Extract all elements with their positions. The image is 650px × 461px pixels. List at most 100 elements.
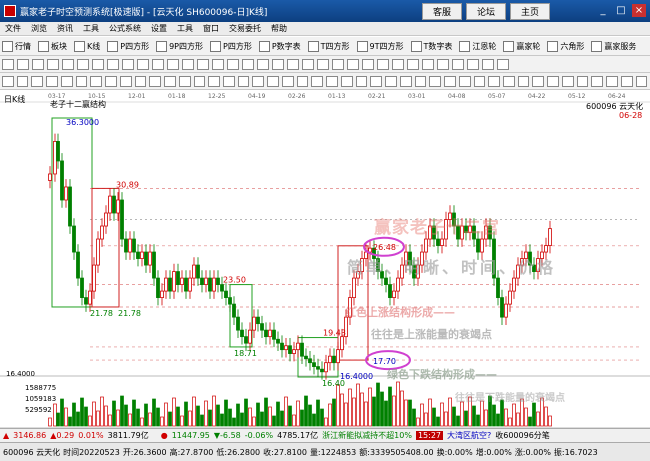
- analysis-tool-icon[interactable]: [488, 75, 500, 87]
- toolbar-button[interactable]: 赢家轮: [503, 40, 540, 52]
- draw-tool-icon[interactable]: [407, 58, 419, 70]
- menu-item[interactable]: 工具: [78, 23, 104, 34]
- analysis-tool-icon[interactable]: [281, 75, 294, 87]
- draw-tool-icon[interactable]: [362, 58, 374, 70]
- analysis-tool-icon[interactable]: [90, 75, 103, 87]
- analysis-tool-icon[interactable]: [223, 75, 235, 87]
- draw-tool-icon[interactable]: [257, 58, 269, 70]
- menu-item[interactable]: 公式系统: [104, 23, 146, 34]
- draw-tool-icon[interactable]: [92, 58, 104, 70]
- draw-tool-icon[interactable]: [137, 58, 149, 70]
- draw-tool-icon[interactable]: [467, 58, 479, 70]
- draw-tool-icon[interactable]: [212, 58, 224, 70]
- draw-tool-icon[interactable]: [242, 58, 254, 70]
- draw-tool-icon[interactable]: [347, 58, 359, 70]
- customer-service-button[interactable]: 客服: [422, 3, 463, 20]
- draw-tool-icon[interactable]: [392, 58, 404, 70]
- menu-item[interactable]: 设置: [146, 23, 172, 34]
- draw-tool-icon[interactable]: [62, 58, 74, 70]
- analysis-tool-icon[interactable]: [237, 75, 250, 87]
- toolbar-button[interactable]: 赢家服务: [591, 40, 636, 52]
- analysis-tool-icon[interactable]: [60, 75, 73, 87]
- kline-chart[interactable]: 03-17 10-15 12-01 01-18 12-25 04-19 02-26 01-13…: [0, 90, 650, 428]
- toolbar-button[interactable]: T四方形: [307, 40, 350, 52]
- draw-tool-icon[interactable]: [497, 58, 509, 70]
- analysis-tool-icon[interactable]: [414, 75, 427, 87]
- analysis-tool-icon[interactable]: [458, 75, 471, 87]
- close-button[interactable]: ×: [632, 4, 646, 17]
- toolbar-button[interactable]: K线: [74, 40, 100, 52]
- draw-tool-icon[interactable]: [47, 58, 59, 70]
- minimize-button[interactable]: _: [596, 4, 610, 17]
- draw-tool-icon[interactable]: [287, 58, 299, 70]
- analysis-tool-icon[interactable]: [620, 75, 633, 87]
- analysis-tool-icon[interactable]: [576, 75, 589, 87]
- sz-index[interactable]: 11447.95: [172, 431, 210, 440]
- draw-tool-icon[interactable]: [182, 58, 194, 70]
- home-button[interactable]: 主页: [510, 3, 551, 20]
- draw-tool-icon[interactable]: [167, 58, 179, 70]
- draw-tool-icon[interactable]: [122, 58, 134, 70]
- analysis-tool-icon[interactable]: [178, 75, 191, 87]
- toolbar-button[interactable]: P数字表: [258, 40, 301, 52]
- draw-tool-icon[interactable]: [272, 58, 284, 70]
- analysis-tool-icon[interactable]: [385, 75, 397, 87]
- analysis-tool-icon[interactable]: [591, 75, 604, 87]
- sh-index[interactable]: 3146.86: [13, 431, 46, 440]
- draw-tool-icon[interactable]: [77, 58, 89, 70]
- analysis-tool-icon[interactable]: [502, 75, 515, 87]
- toolbar-button[interactable]: 行情: [2, 40, 31, 52]
- draw-tool-icon[interactable]: [17, 58, 29, 70]
- menu-item[interactable]: 交易委托: [224, 23, 266, 34]
- analysis-tool-icon[interactable]: [326, 75, 338, 87]
- draw-tool-icon[interactable]: [197, 58, 209, 70]
- analysis-tool-icon[interactable]: [208, 75, 221, 87]
- draw-tool-icon[interactable]: [452, 58, 464, 70]
- toolbar-button[interactable]: P四方形: [107, 40, 149, 52]
- analysis-tool-icon[interactable]: [635, 75, 648, 87]
- analysis-tool-icon[interactable]: [517, 75, 530, 87]
- toolbar-button[interactable]: T数字表: [410, 40, 452, 52]
- draw-tool-icon[interactable]: [482, 58, 494, 70]
- analysis-tool-icon[interactable]: [2, 75, 14, 87]
- analysis-tool-icon[interactable]: [444, 75, 456, 87]
- draw-tool-icon[interactable]: [2, 58, 14, 70]
- toolbar-button[interactable]: 板块: [38, 40, 67, 52]
- draw-tool-icon[interactable]: [437, 58, 449, 70]
- draw-tool-icon[interactable]: [107, 58, 119, 70]
- analysis-tool-icon[interactable]: [193, 75, 206, 87]
- draw-tool-icon[interactable]: [302, 58, 314, 70]
- analysis-tool-icon[interactable]: [75, 75, 88, 87]
- analysis-link[interactable]: 收600096分笔: [495, 430, 550, 441]
- analysis-tool-icon[interactable]: [311, 75, 324, 87]
- analysis-tool-icon[interactable]: [532, 75, 545, 87]
- draw-tool-icon[interactable]: [32, 58, 44, 70]
- analysis-tool-icon[interactable]: [606, 75, 618, 87]
- analysis-tool-icon[interactable]: [164, 75, 176, 87]
- analysis-tool-icon[interactable]: [252, 75, 265, 87]
- menu-item[interactable]: 资讯: [52, 23, 78, 34]
- menu-item[interactable]: 浏览: [26, 23, 52, 34]
- analysis-tool-icon[interactable]: [547, 75, 559, 87]
- notice-ticker[interactable]: 大湾区航空?: [447, 430, 491, 441]
- draw-tool-icon[interactable]: [332, 58, 344, 70]
- draw-tool-icon[interactable]: [422, 58, 434, 70]
- analysis-tool-icon[interactable]: [355, 75, 368, 87]
- analysis-tool-icon[interactable]: [429, 75, 442, 87]
- draw-tool-icon[interactable]: [317, 58, 329, 70]
- analysis-tool-icon[interactable]: [134, 75, 147, 87]
- forum-button[interactable]: 论坛: [466, 3, 507, 20]
- analysis-tool-icon[interactable]: [46, 75, 58, 87]
- toolbar-button[interactable]: 江恩轮: [459, 40, 496, 52]
- analysis-tool-icon[interactable]: [561, 75, 574, 87]
- analysis-tool-icon[interactable]: [370, 75, 383, 87]
- analysis-tool-icon[interactable]: [473, 75, 486, 87]
- menu-item[interactable]: 工具: [172, 23, 198, 34]
- toolbar-button[interactable]: P四方形: [210, 40, 252, 52]
- analysis-tool-icon[interactable]: [340, 75, 353, 87]
- menu-item[interactable]: 窗口: [198, 23, 224, 34]
- menu-item[interactable]: 文件: [0, 23, 26, 34]
- news-ticker[interactable]: 浙江新能拟减持不超10%: [322, 430, 412, 441]
- menu-item[interactable]: 帮助: [266, 23, 292, 34]
- analysis-tool-icon[interactable]: [119, 75, 132, 87]
